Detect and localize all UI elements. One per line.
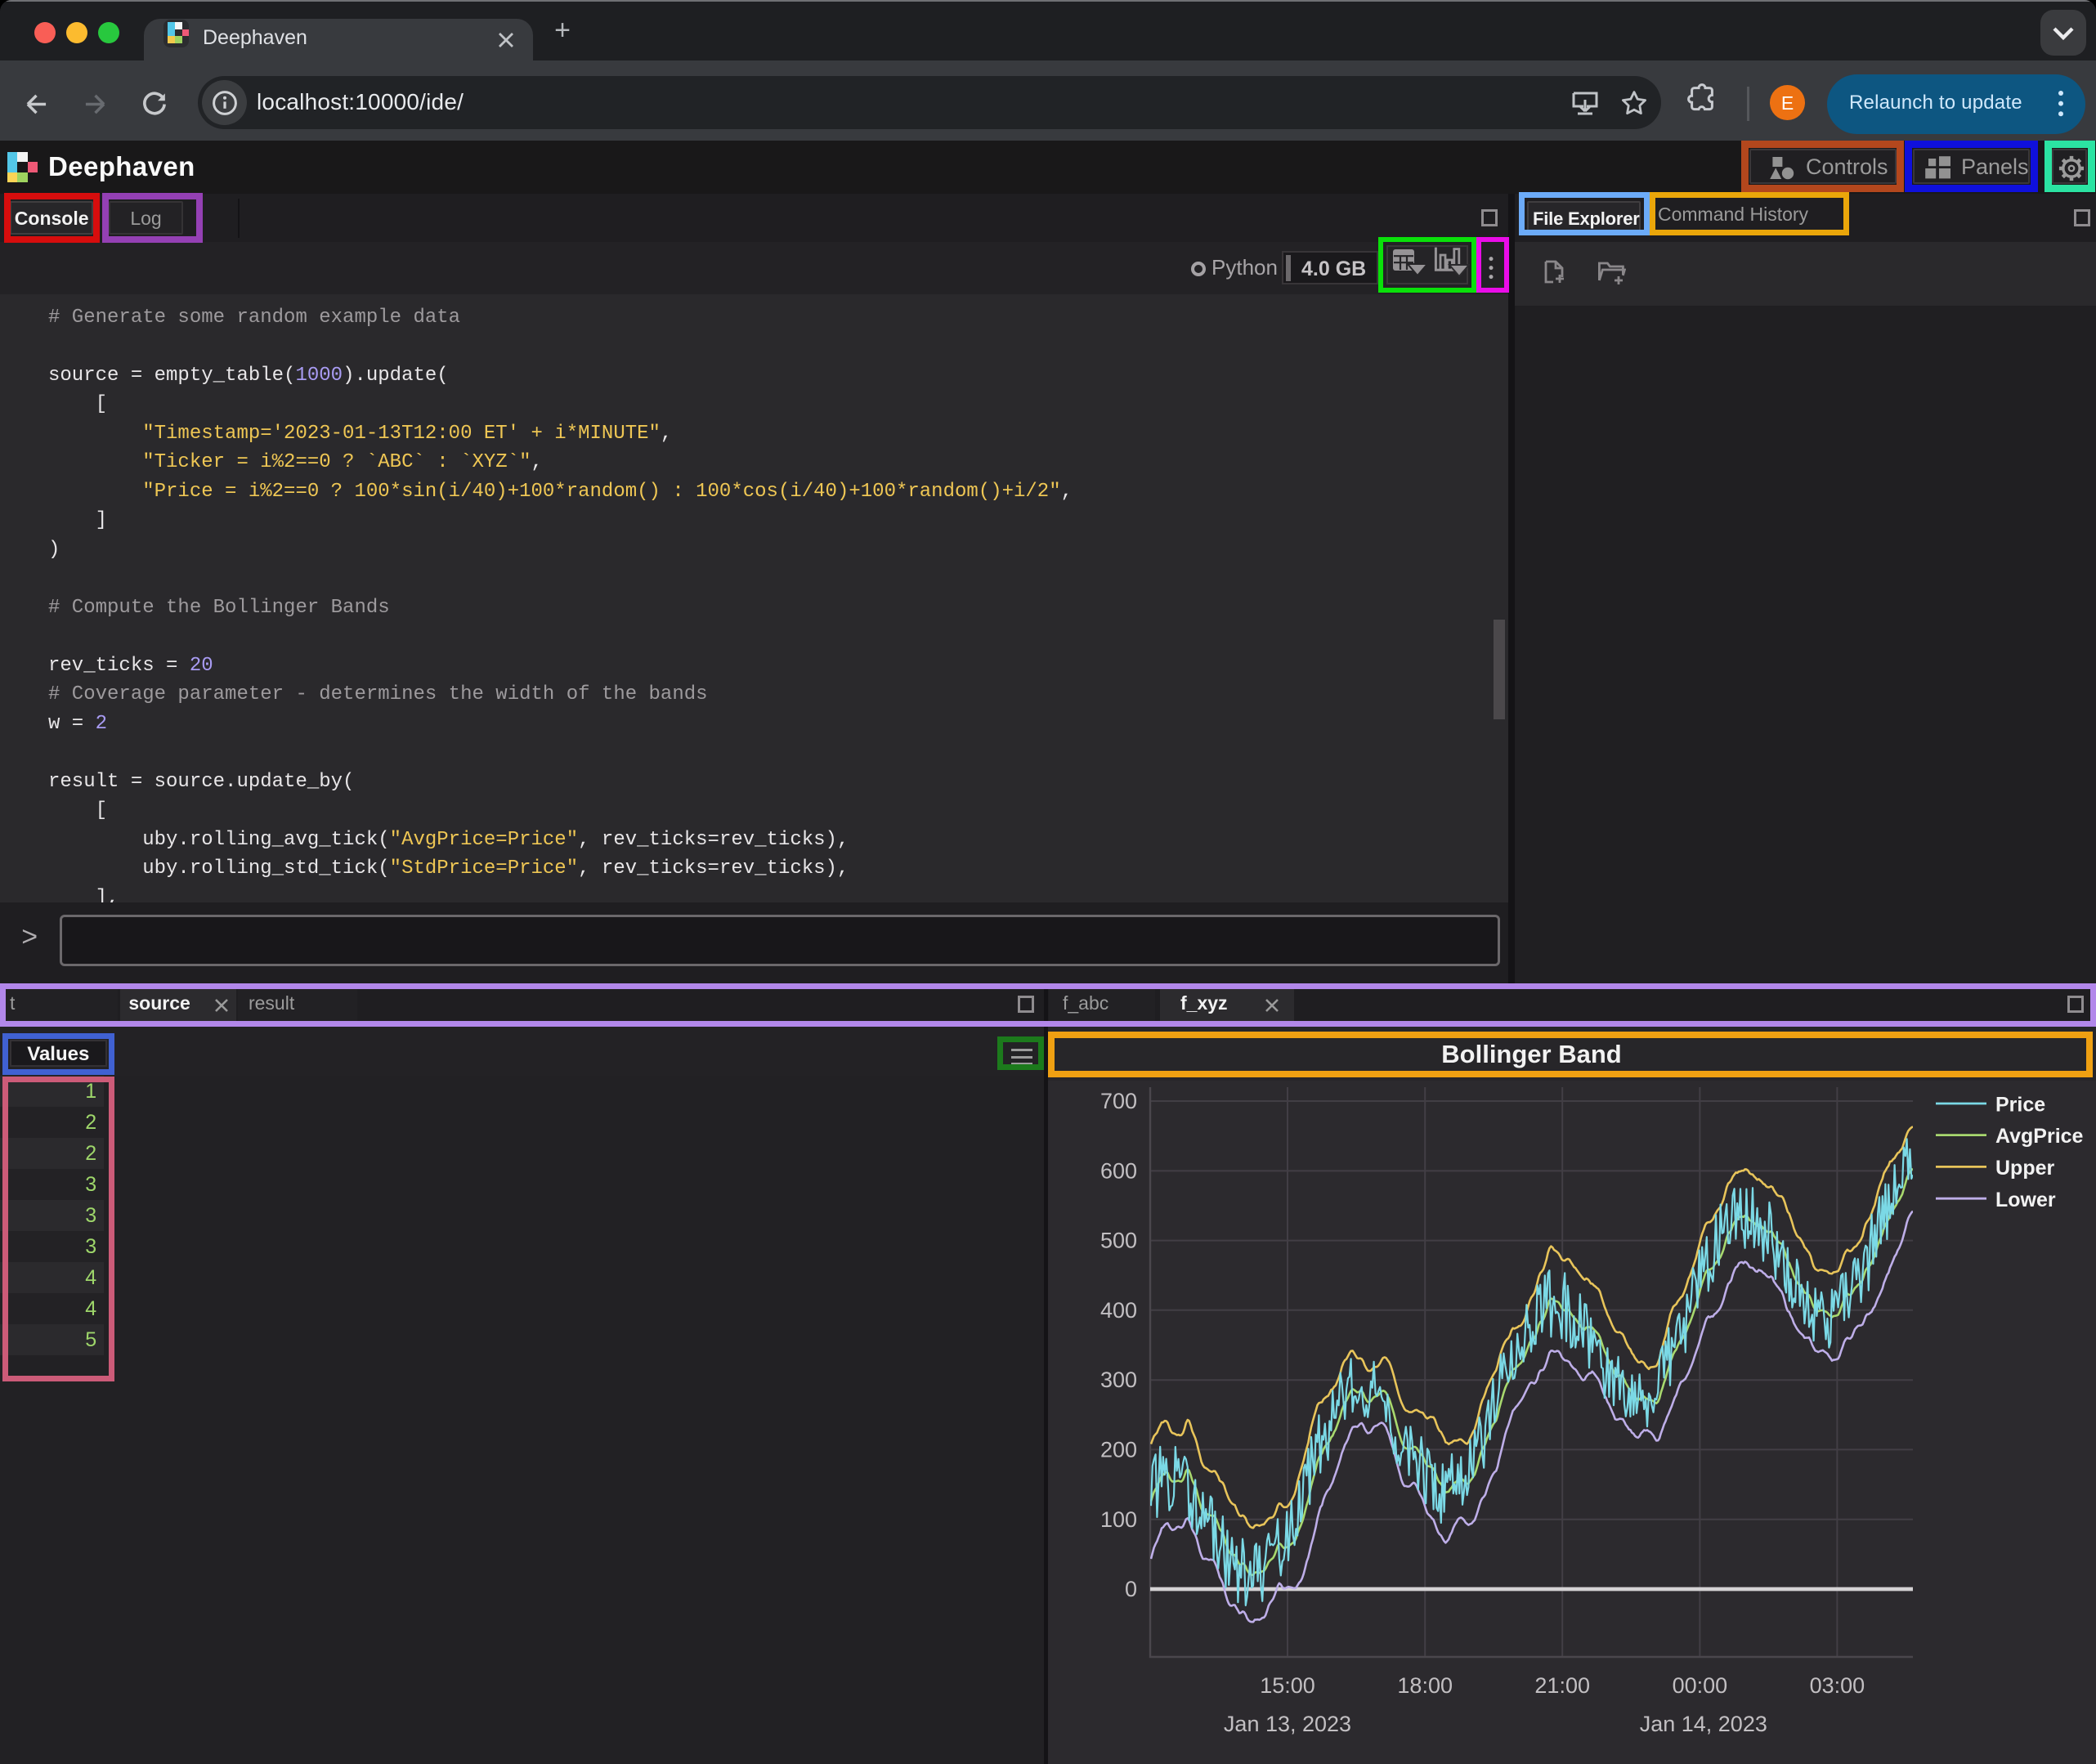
svg-text:300: 300 (1100, 1368, 1137, 1392)
svg-text:100: 100 (1100, 1507, 1137, 1532)
svg-text:400: 400 (1100, 1298, 1137, 1323)
svg-text:700: 700 (1100, 1089, 1137, 1113)
svg-text:00:00: 00:00 (1673, 1673, 1728, 1698)
svg-text:03:00: 03:00 (1810, 1673, 1865, 1698)
svg-text:500: 500 (1100, 1229, 1137, 1253)
svg-text:600: 600 (1100, 1158, 1137, 1183)
svg-text:Jan 13, 2023: Jan 13, 2023 (1224, 1712, 1351, 1736)
svg-text:AvgPrice: AvgPrice (1995, 1125, 2084, 1148)
svg-text:21:00: 21:00 (1534, 1673, 1590, 1698)
svg-text:0: 0 (1125, 1577, 1137, 1601)
svg-text:200: 200 (1100, 1437, 1137, 1462)
svg-text:Lower: Lower (1995, 1189, 2056, 1211)
svg-text:18:00: 18:00 (1397, 1673, 1453, 1698)
svg-text:Upper: Upper (1995, 1157, 2055, 1180)
svg-text:Price: Price (1995, 1094, 2045, 1117)
svg-text:15:00: 15:00 (1260, 1673, 1315, 1698)
svg-text:Jan 14, 2023: Jan 14, 2023 (1640, 1712, 1767, 1736)
